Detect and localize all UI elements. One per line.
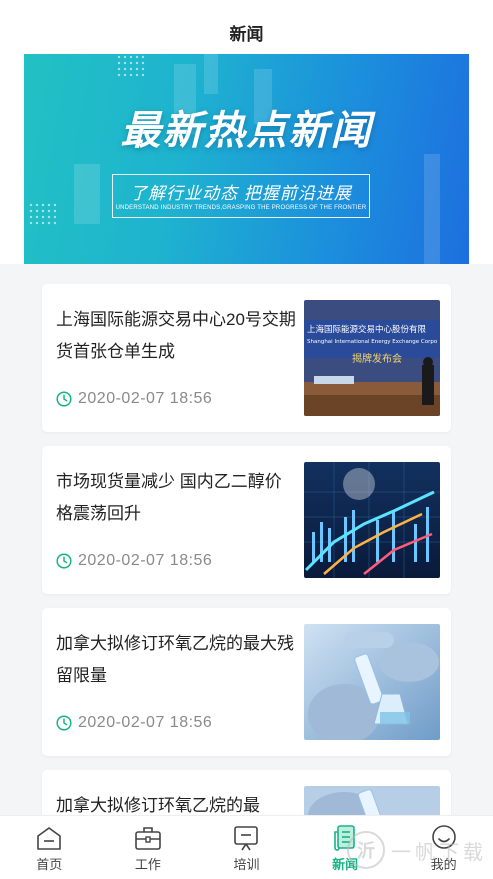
news-meta: 2020-02-07 18:56 xyxy=(56,552,212,570)
news-thumbnail: 上海国际能源交易中心股份有限 Shanghai International En… xyxy=(304,300,440,416)
watermark-text: 一帆下载 xyxy=(391,841,487,864)
banner-decoration xyxy=(424,154,440,264)
tab-training[interactable]: 培训 xyxy=(197,816,296,879)
clock-icon xyxy=(56,553,72,569)
banner-subtitle-en: UNDERSTAND INDUSTRY TRENDS,GRASPING THE … xyxy=(115,205,367,211)
home-icon xyxy=(37,827,62,850)
news-card[interactable]: 加拿大拟修订环氧乙烷的最大残留限量 2020-02-07 18:56 xyxy=(42,608,451,756)
banner-decoration xyxy=(74,164,100,224)
news-thumbnail xyxy=(304,462,440,578)
tab-work[interactable]: 工作 xyxy=(99,816,198,879)
banner-decoration xyxy=(204,54,218,94)
clock-icon xyxy=(56,715,72,731)
news-headline: 上海国际能源交易中心20号交期货首张仓单生成 xyxy=(56,310,296,361)
watermark-logo: 沂 xyxy=(347,831,385,869)
news-list: 上海国际能源交易中心20号交期货首张仓单生成 2020-02-07 18:56 … xyxy=(0,264,493,879)
tab-home[interactable]: 首页 xyxy=(0,816,99,879)
thumb-line3: 揭牌发布会 xyxy=(352,352,402,365)
banner-dots xyxy=(28,202,56,226)
thumb-line2: Shanghai International Energy Exchange C… xyxy=(307,339,438,345)
page-title: 新闻 xyxy=(229,24,264,44)
nav-header: 新闻 xyxy=(0,12,493,52)
training-icon xyxy=(234,826,259,851)
news-thumbnail xyxy=(304,624,440,740)
thumb-line1: 上海国际能源交易中心股份有限 xyxy=(307,324,427,335)
banner-subtitle-box: 了解行业动态 把握前沿进展 UNDERSTAND INDUSTRY TRENDS… xyxy=(112,174,370,218)
news-headline: 加拿大拟修订环氧乙烷的最大残留限量 xyxy=(56,634,294,685)
news-time: 2020-02-07 18:56 xyxy=(78,552,213,569)
clock-icon xyxy=(56,391,72,407)
hot-news-banner[interactable]: 最新热点新闻 了解行业动态 把握前沿进展 UNDERSTAND INDUSTRY… xyxy=(24,54,469,264)
news-meta: 2020-02-07 18:56 xyxy=(56,390,212,408)
tab-label: 工作 xyxy=(134,857,161,872)
news-meta: 2020-02-07 18:56 xyxy=(56,714,212,732)
tab-label: 培训 xyxy=(233,857,260,872)
banner-container: 最新热点新闻 了解行业动态 把握前沿进展 UNDERSTAND INDUSTRY… xyxy=(0,52,493,264)
news-time: 2020-02-07 18:56 xyxy=(78,390,213,407)
news-headline: 市场现货量减少 国内乙二醇价格震荡回升 xyxy=(56,472,282,523)
news-card[interactable]: 上海国际能源交易中心20号交期货首张仓单生成 2020-02-07 18:56 … xyxy=(42,284,451,432)
banner-dots xyxy=(116,54,144,78)
news-time: 2020-02-07 18:56 xyxy=(78,714,213,731)
banner-title: 最新热点新闻 xyxy=(120,109,373,153)
site-watermark: 沂 一帆下载 xyxy=(347,831,487,869)
briefcase-icon xyxy=(135,827,161,850)
tab-label: 首页 xyxy=(36,857,63,872)
news-card[interactable]: 市场现货量减少 国内乙二醇价格震荡回升 2020-02-07 18:56 xyxy=(42,446,451,594)
status-bar-gap xyxy=(0,0,493,12)
banner-subtitle: 了解行业动态 把握前沿进展 xyxy=(130,184,352,203)
